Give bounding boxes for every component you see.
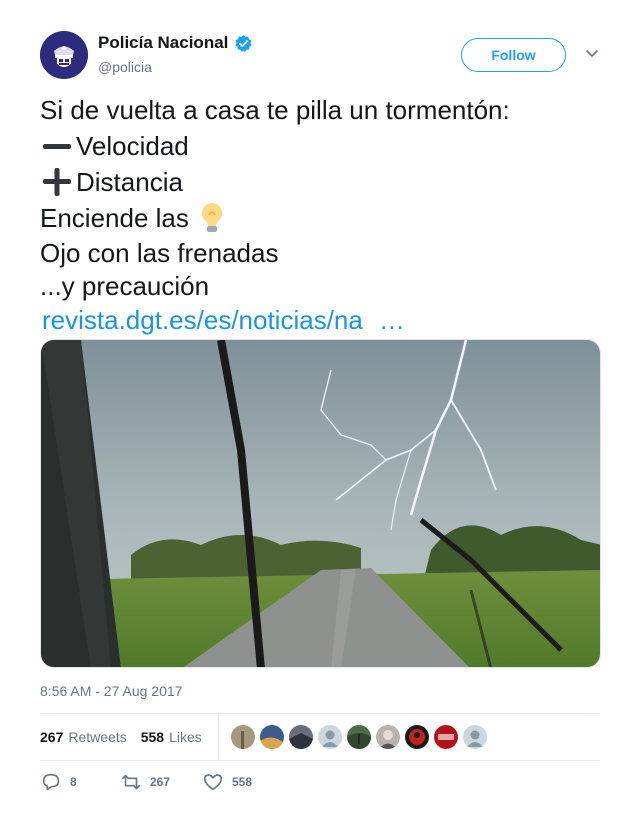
retweet-icon	[121, 774, 141, 790]
tweet-timestamp[interactable]: 8:56 AM - 27 Aug 2017	[40, 683, 182, 699]
liker-avatar[interactable]	[230, 724, 255, 749]
engagement-stats: 267 Retweets 558 Likes	[40, 713, 600, 760]
reply-icon	[42, 773, 60, 791]
tweet-line: Velocidad	[40, 128, 610, 164]
stats-separator	[217, 713, 219, 760]
liker-avatar[interactable]	[375, 724, 400, 749]
tweet-line: Ojo con las frenadas	[40, 236, 610, 269]
tweet-line-5: Ojo con las frenadas	[40, 237, 279, 268]
reply-button[interactable]: 8	[40, 771, 120, 793]
retweet-count: 267	[150, 775, 171, 789]
tweet-line: Si de vuelta a casa te pilla un tormentó…	[40, 92, 610, 128]
tweet-line: Enciende las	[40, 200, 610, 236]
tweet-line-1: Si de vuelta a casa te pilla un tormentó…	[40, 95, 510, 125]
author-name[interactable]: Policía Nacional	[98, 33, 228, 53]
follow-button[interactable]: Follow	[461, 38, 566, 72]
minus-icon	[43, 144, 71, 149]
likes-stat[interactable]: 558 Likes	[141, 729, 202, 745]
reply-count: 8	[70, 775, 77, 789]
tweet-line: Distancia	[40, 164, 610, 200]
tweet-line-3: Distancia	[76, 167, 183, 197]
retweets-label: Retweets	[68, 728, 127, 745]
lightning-road-photo	[41, 340, 600, 667]
tweet-line: revista.dgt.es/es/noticias/na …	[40, 302, 610, 338]
divider	[40, 760, 600, 761]
tweet-actions: 8 267 558	[40, 770, 252, 794]
tweet-text: Si de vuelta a casa te pilla un tormentó…	[40, 92, 610, 338]
liker-avatar[interactable]	[462, 724, 487, 749]
author-avatar[interactable]	[40, 31, 88, 79]
heart-icon	[203, 774, 223, 791]
liker-avatars	[230, 724, 487, 749]
likes-label: Likes	[169, 728, 202, 745]
link-ellipsis: …	[378, 305, 405, 335]
tweet-photo[interactable]	[40, 339, 601, 668]
plus-icon	[43, 168, 71, 196]
liker-avatar[interactable]	[288, 724, 313, 749]
tweet-line: ...y precaución	[40, 269, 610, 302]
liker-avatar[interactable]	[317, 724, 342, 749]
tweet-card: Policía Nacional @policia Follow Si de v…	[0, 0, 640, 822]
light-bulb-icon	[201, 203, 222, 232]
likes-count: 558	[140, 728, 165, 745]
retweets-stat[interactable]: 267 Retweets	[40, 729, 127, 745]
retweets-count: 267	[40, 728, 64, 745]
liker-avatar[interactable]	[433, 724, 458, 749]
like-button[interactable]: 558	[202, 771, 252, 793]
tweet-line-2: Velocidad	[76, 131, 189, 161]
verified-badge-icon	[235, 34, 253, 52]
police-badge-icon	[40, 31, 88, 79]
liker-avatar[interactable]	[346, 724, 371, 749]
author-handle[interactable]: @policia	[98, 59, 152, 75]
liker-avatar[interactable]	[259, 724, 284, 749]
author-name-row: Policía Nacional	[98, 33, 253, 53]
retweet-button[interactable]: 267	[120, 771, 202, 793]
like-count: 558	[232, 775, 253, 789]
tweet-line-4: Enciende las	[40, 203, 189, 233]
liker-avatar[interactable]	[404, 724, 429, 749]
chevron-down-icon[interactable]	[584, 48, 600, 60]
tweet-line-6: ...y precaución	[40, 270, 210, 301]
article-link[interactable]: revista.dgt.es/es/noticias/na	[42, 302, 363, 338]
